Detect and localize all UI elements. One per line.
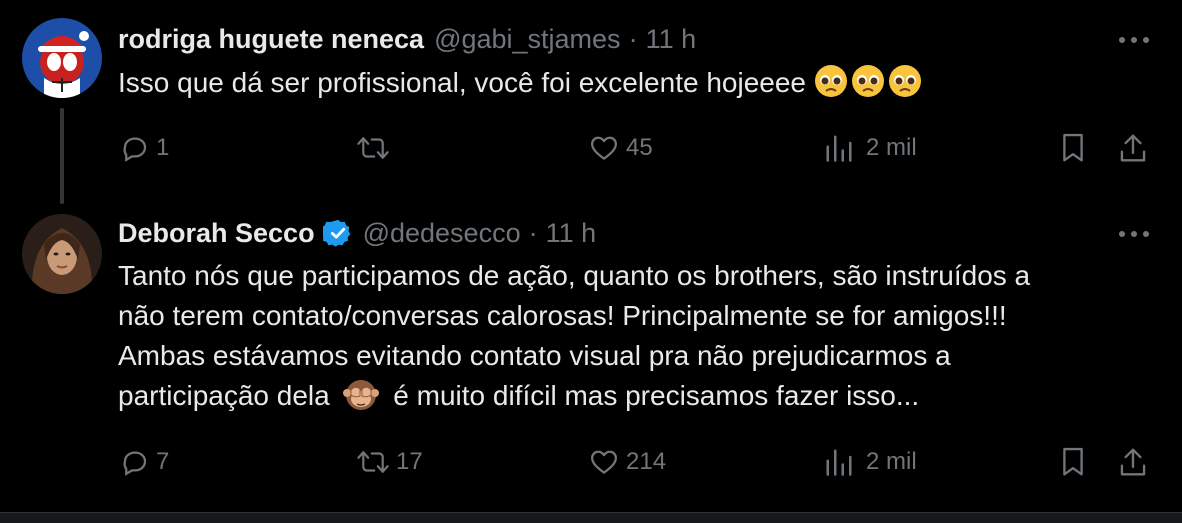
tweet-header: Deborah Secco @dedesecco · 11 h	[118, 216, 596, 250]
bookmark-icon	[1063, 447, 1083, 476]
tweet-text-line: não terem contato/conversas calorosas! P…	[118, 300, 1007, 331]
share-icon	[1120, 134, 1146, 162]
reply-icon	[123, 137, 147, 162]
like-count: 214	[626, 448, 667, 475]
retweet-button[interactable]: 17	[356, 442, 423, 482]
heart-icon	[591, 450, 617, 474]
author-name[interactable]: Deborah Secco	[118, 218, 315, 249]
retweet-button[interactable]	[356, 128, 396, 168]
tweet-1[interactable]: rodriga huguete neneca @gabi_stjames · 1…	[0, 0, 1182, 204]
avatar[interactable]	[22, 18, 102, 98]
tweet-text-line: Ambas estávamos evitando contato visual …	[118, 340, 951, 371]
timestamp[interactable]: 11 h	[546, 218, 597, 249]
more-icon[interactable]	[1114, 30, 1154, 50]
separator-dot: ·	[628, 23, 638, 54]
views-icon	[826, 135, 852, 162]
see-no-evil-monkey-emoji	[343, 377, 380, 422]
bookmark-button[interactable]	[1058, 442, 1088, 482]
verified-badge-icon	[320, 218, 353, 248]
like-button[interactable]: 45	[588, 128, 653, 168]
views-button[interactable]: 2 mil	[824, 442, 917, 482]
reply-count: 1	[156, 134, 170, 161]
tweet-text-content: Isso que dá ser profissional, você foi e…	[118, 67, 806, 98]
share-button[interactable]	[1118, 128, 1148, 168]
tweet-text-line-4: participação dela é muito difícil mas pr…	[118, 376, 1148, 422]
reply-count: 7	[156, 448, 170, 475]
author-handle[interactable]: @dedesecco	[363, 218, 521, 249]
tweet-text: Tanto nós que participamos de ação, quan…	[118, 256, 1148, 422]
author-name[interactable]: rodriga huguete neneca	[118, 24, 424, 55]
bookmark-icon	[1063, 133, 1083, 162]
heart-icon	[591, 136, 617, 160]
tweet-text: Isso que dá ser profissional, você foi e…	[118, 63, 1148, 109]
separator-dot: ·	[528, 217, 538, 248]
reply-button[interactable]: 7	[120, 442, 169, 482]
reply-button[interactable]: 1	[120, 128, 169, 168]
views-button[interactable]: 2 mil	[824, 128, 917, 168]
share-button[interactable]	[1118, 442, 1148, 482]
retweet-count: 17	[396, 448, 423, 475]
like-count: 45	[626, 134, 653, 161]
author-handle[interactable]: @gabi_stjames	[434, 24, 621, 55]
tweet-header: rodriga huguete neneca @gabi_stjames · 1…	[118, 22, 696, 56]
retweet-icon	[357, 137, 389, 159]
view-count: 2 mil	[866, 448, 917, 475]
action-bar: 7 17 214 2 mil	[0, 442, 1182, 482]
like-button[interactable]: 214	[588, 442, 666, 482]
tweet-2[interactable]: Deborah Secco @dedesecco · 11 h Tanto nó…	[0, 200, 1182, 510]
tweet-text-line: Tanto nós que participamos de ação, quan…	[118, 260, 1031, 291]
retweet-icon	[357, 451, 389, 473]
share-icon	[1120, 448, 1146, 476]
views-icon	[826, 449, 852, 476]
reply-icon	[123, 451, 147, 476]
next-tweet-edge	[0, 512, 1182, 523]
more-icon[interactable]	[1114, 224, 1154, 244]
tweet-text-fragment: participação dela	[118, 380, 330, 411]
view-count: 2 mil	[866, 134, 917, 161]
pleading-face-emoji	[814, 64, 924, 109]
action-bar: 1 45 2 mil	[0, 128, 1182, 168]
tweet-text-fragment: é muito difícil mas precisamos fazer iss…	[393, 380, 920, 411]
timestamp[interactable]: 11 h	[646, 24, 697, 55]
avatar[interactable]	[22, 214, 102, 294]
bookmark-button[interactable]	[1058, 128, 1088, 168]
